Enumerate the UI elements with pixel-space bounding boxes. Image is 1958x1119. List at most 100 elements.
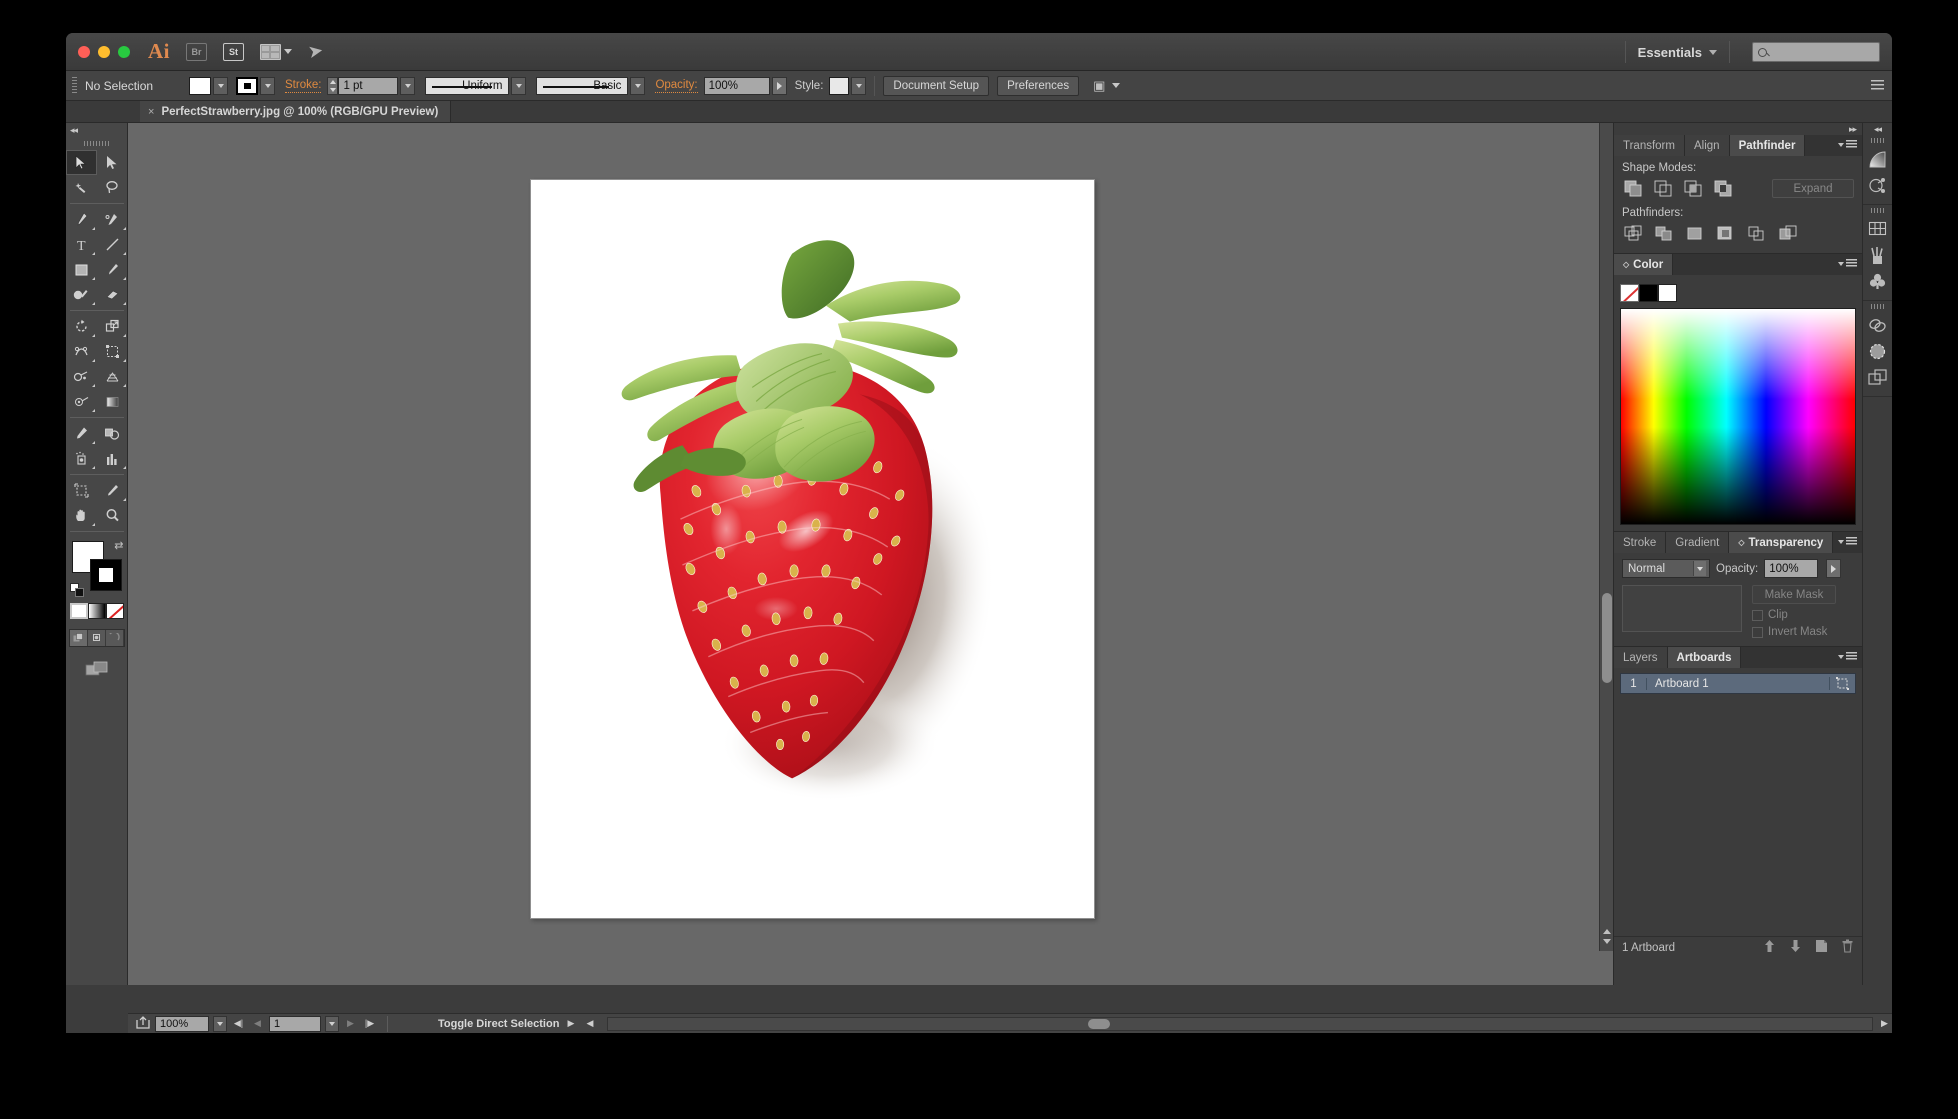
chevron-down-icon[interactable] [1112, 83, 1120, 88]
artboard-list[interactable]: 1 Artboard 1 [1614, 668, 1862, 936]
pathfinder-panel-icon[interactable] [1865, 172, 1891, 198]
mesh-tool[interactable] [66, 389, 97, 414]
trim-icon[interactable] [1653, 224, 1676, 243]
direct-selection-tool[interactable] [97, 150, 128, 175]
arrange-documents-button[interactable] [260, 44, 292, 60]
align-to-selection-icon[interactable]: ▣ [1093, 78, 1105, 94]
shaper-tool[interactable] [66, 282, 97, 307]
panel-menu-button[interactable] [1838, 537, 1857, 546]
transparency-thumbnail[interactable] [1622, 585, 1742, 632]
artboard-row[interactable]: 1 Artboard 1 [1620, 673, 1856, 694]
tab-pathfinder[interactable]: Pathfinder [1730, 135, 1806, 156]
pen-tool[interactable] [66, 207, 97, 232]
stock-button[interactable]: St [223, 43, 244, 61]
width-tool[interactable] [66, 339, 97, 364]
eraser-tool[interactable] [97, 282, 128, 307]
previous-artboard-button[interactable]: ◀ [250, 1016, 265, 1032]
color-button[interactable] [70, 603, 88, 619]
clip-row[interactable]: Clip [1752, 609, 1836, 621]
tab-stroke[interactable]: Stroke [1614, 532, 1666, 553]
artboard[interactable] [530, 179, 1095, 919]
rotate-tool[interactable] [66, 314, 97, 339]
curvature-tool[interactable] [97, 207, 128, 232]
stroke-profile-select[interactable]: Uniform [425, 77, 509, 95]
tools-panel-grip[interactable] [84, 141, 110, 146]
blend-mode-select[interactable]: Normal [1622, 559, 1710, 578]
canvas-area[interactable] [128, 123, 1613, 985]
outline-icon[interactable] [1746, 224, 1769, 243]
last-artboard-button[interactable]: |▶ [362, 1016, 377, 1032]
panel-menu-button[interactable] [1838, 259, 1857, 268]
type-tool[interactable]: T [66, 232, 97, 257]
scale-tool[interactable] [97, 314, 128, 339]
control-bar-grip[interactable] [72, 77, 77, 95]
document-setup-button[interactable]: Document Setup [883, 76, 989, 96]
preferences-button[interactable]: Preferences [997, 76, 1079, 96]
artboard-number-input[interactable]: 1 [269, 1016, 321, 1032]
search-input[interactable] [1752, 42, 1880, 62]
magic-wand-tool[interactable] [66, 175, 97, 200]
screen-mode-button[interactable] [85, 661, 109, 682]
scrollbar-thumb[interactable] [1602, 593, 1612, 683]
color-spectrum-picker[interactable] [1620, 308, 1856, 525]
stroke-weight-stepper[interactable] [327, 77, 338, 95]
fill-dropdown-button[interactable] [213, 77, 228, 95]
graphic-style-swatch[interactable] [829, 77, 849, 95]
graphic-style-dropdown[interactable] [851, 77, 866, 95]
tab-gradient[interactable]: Gradient [1666, 532, 1729, 553]
fill-color-swatch[interactable] [189, 77, 211, 95]
scroll-right-button[interactable]: ▶ [1877, 1016, 1892, 1032]
blend-tool[interactable] [97, 421, 128, 446]
tab-artboards[interactable]: Artboards [1668, 647, 1742, 668]
none-button[interactable] [106, 603, 124, 619]
column-graph-tool[interactable] [97, 446, 128, 471]
panel-menu-button[interactable] [1838, 140, 1857, 149]
chevron-down-icon[interactable] [1693, 561, 1706, 576]
canvas-vertical-scrollbar[interactable] [1599, 123, 1613, 951]
panel-menu-button[interactable] [1838, 652, 1857, 661]
rail-grip[interactable] [1871, 208, 1885, 213]
clip-checkbox[interactable] [1752, 610, 1763, 621]
delete-artboard-icon[interactable] [1841, 939, 1854, 956]
zoom-level-dropdown[interactable] [213, 1016, 227, 1032]
zoom-tool[interactable] [97, 503, 128, 528]
stroke-weight-input[interactable]: 1 pt [338, 77, 398, 95]
brushes-panel-icon[interactable] [1865, 242, 1891, 268]
tab-transform[interactable]: Transform [1614, 135, 1685, 156]
horizontal-scrollbar[interactable] [607, 1017, 1873, 1031]
symbol-sprayer-tool[interactable] [66, 446, 97, 471]
control-bar-menu[interactable] [1871, 80, 1884, 91]
close-window-button[interactable] [78, 46, 90, 58]
tab-color[interactable]: ◇ Color [1614, 254, 1673, 275]
artboard-options-icon[interactable] [1829, 677, 1855, 690]
panel-menu-icon[interactable] [1871, 80, 1884, 91]
chevron-down-icon[interactable] [1709, 50, 1717, 55]
free-transform-tool[interactable] [97, 339, 128, 364]
crop-icon[interactable] [1715, 224, 1738, 243]
swap-fill-stroke-icon[interactable]: ⇄ [114, 539, 123, 552]
status-menu-button[interactable]: ▶ [563, 1016, 578, 1032]
move-down-icon[interactable] [1789, 939, 1802, 956]
minus-front-icon[interactable] [1652, 179, 1675, 198]
slice-tool[interactable] [97, 478, 128, 503]
brush-definition-dropdown[interactable] [630, 77, 645, 95]
maximize-window-button[interactable] [118, 46, 130, 58]
invert-mask-checkbox[interactable] [1752, 627, 1763, 638]
white-swatch[interactable] [1658, 284, 1677, 302]
minus-back-icon[interactable] [1777, 224, 1800, 243]
draw-behind-button[interactable] [88, 630, 106, 646]
opacity-label[interactable]: Opacity: [655, 79, 697, 93]
unite-icon[interactable] [1622, 179, 1645, 198]
merge-icon[interactable] [1684, 224, 1707, 243]
paintbrush-tool[interactable] [97, 257, 128, 282]
line-segment-tool[interactable] [97, 232, 128, 257]
move-up-icon[interactable] [1763, 939, 1776, 956]
make-mask-button[interactable]: Make Mask [1752, 585, 1836, 604]
swatches-panel-icon[interactable] [1865, 216, 1891, 242]
stroke-color-swatch[interactable] [236, 77, 258, 95]
stroke-profile-dropdown[interactable] [511, 77, 526, 95]
appearance-panel-icon[interactable] [1865, 338, 1891, 364]
bridge-button[interactable]: Br [186, 43, 207, 61]
scroll-down-icon[interactable] [1603, 939, 1611, 944]
artboard-number-dropdown[interactable] [325, 1016, 339, 1032]
